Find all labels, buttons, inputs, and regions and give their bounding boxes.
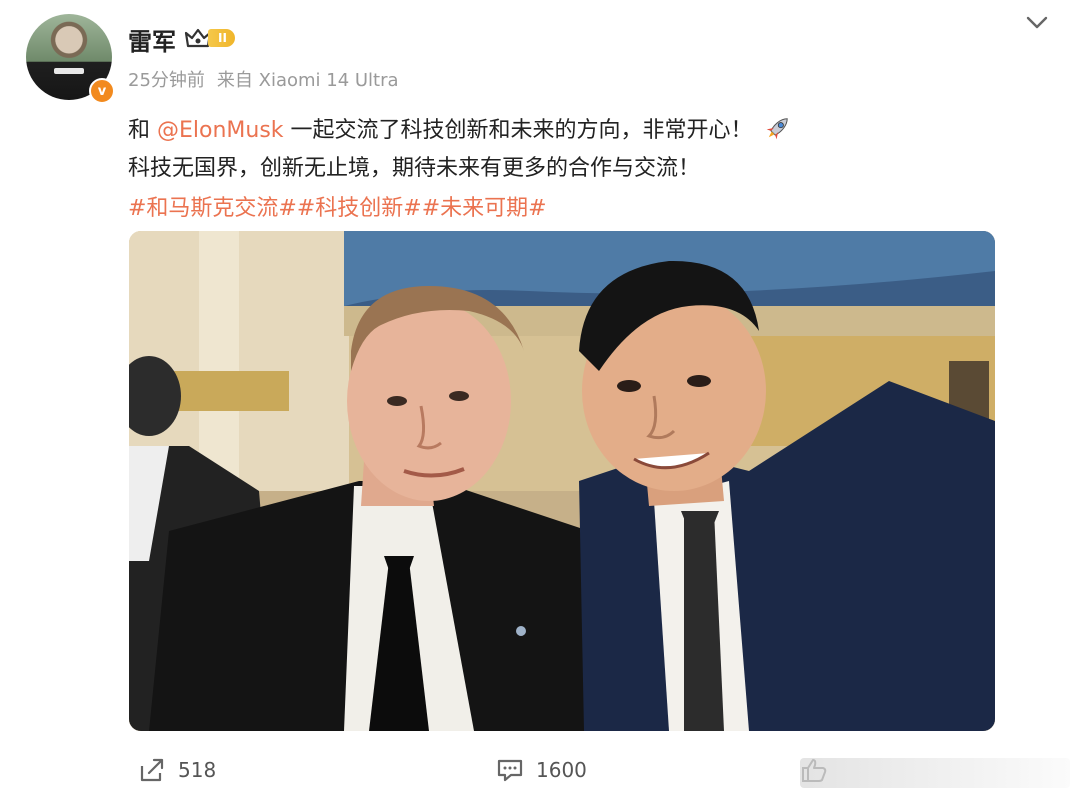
rocket-icon [766,118,788,140]
level-badge: II [208,29,235,47]
comment-count: 1600 [536,758,587,782]
username[interactable]: 雷军 [128,22,176,57]
mention-link[interactable]: @ElonMusk [157,118,284,143]
hashtags[interactable]: #和马斯克交流##科技创新##未来可期# [128,190,547,222]
post-source[interactable]: 来自 Xiaomi 14 Ultra [217,70,399,91]
comment-button[interactable]: 1600 [496,756,587,784]
comment-icon [497,759,523,782]
chevron-down-icon[interactable] [1024,12,1050,32]
like-button[interactable] [800,756,840,784]
like-icon [802,759,827,782]
post-meta: 25分钟前 来自 Xiaomi 14 Ultra [128,66,399,92]
post-time: 25分钟前 [128,70,205,91]
like-area-blur [800,758,1070,788]
post-text-line-1: 和 @ElonMusk 一起交流了科技创新和未来的方向，非常开心！ [128,112,793,144]
post-photo[interactable] [129,231,995,731]
verified-badge: v [89,78,115,104]
share-count: 518 [178,758,217,782]
share-icon [140,758,164,782]
post-text-line-2: 科技无国界，创新无止境，期待未来有更多的合作与交流！ [128,156,701,181]
weibo-post: v 雷军 II 25分钟前 来自 Xiaomi 14 Ultra 和 @ElonM… [0,0,1080,810]
share-button[interactable]: 518 [138,756,216,784]
